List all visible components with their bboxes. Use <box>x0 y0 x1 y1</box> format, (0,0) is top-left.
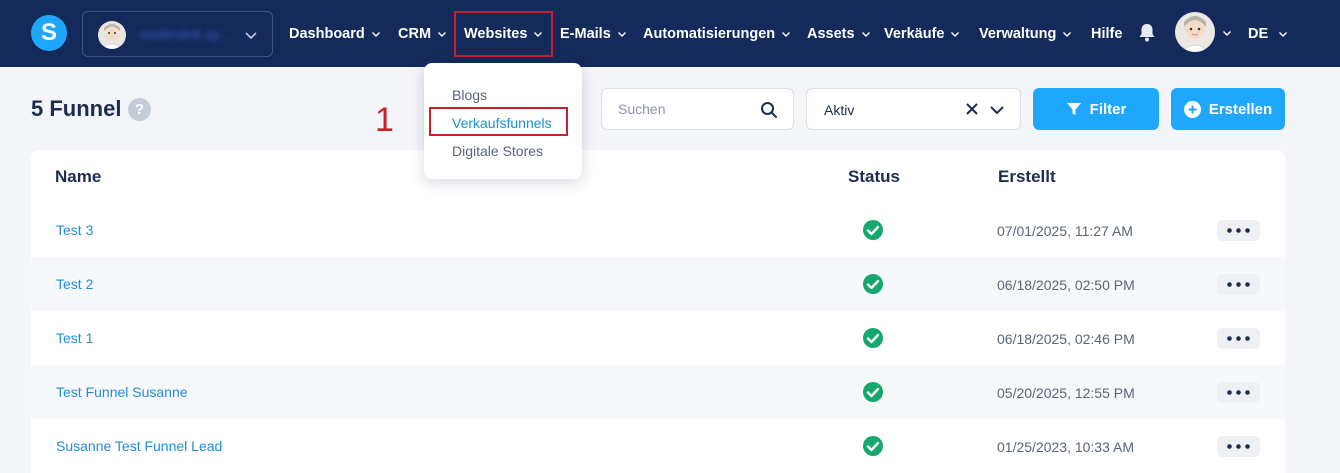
status-select[interactable]: Aktiv <box>806 88 1021 130</box>
column-header-name[interactable]: Name <box>55 167 101 187</box>
more-dots-icon <box>1227 444 1250 449</box>
created-date: 06/18/2025, 02:46 PM <box>997 331 1135 347</box>
column-header-created[interactable]: Erstellt <box>998 167 1056 187</box>
check-circle-icon <box>863 274 883 294</box>
nav-label: Verwaltung <box>979 25 1057 42</box>
check-circle-icon <box>863 328 883 348</box>
filter-icon <box>1066 103 1081 115</box>
more-actions-button[interactable] <box>1217 328 1260 349</box>
account-name: swdlinde6.sy... <box>139 26 230 42</box>
websites-highlight-box <box>454 11 553 57</box>
table-header: Name Status Erstellt <box>31 150 1285 202</box>
chevron-down-icon <box>245 32 257 40</box>
chevron-down-icon <box>1279 31 1288 37</box>
top-navigation-bar: S swdlinde6.sy... Dashboard CRM Websites… <box>0 0 1340 67</box>
language-label: DE <box>1248 25 1269 42</box>
nav-item-emails[interactable]: E-Mails <box>560 0 627 67</box>
nav-label: Hilfe <box>1091 25 1123 42</box>
nav-item-crm[interactable]: CRM <box>398 0 447 67</box>
more-dots-icon <box>1227 390 1250 395</box>
search-box <box>601 88 794 130</box>
created-date: 05/20/2025, 12:55 PM <box>997 385 1135 401</box>
nav-item-assets[interactable]: Assets <box>807 0 871 67</box>
chevron-down-icon <box>1063 31 1072 37</box>
more-dots-icon <box>1227 228 1250 233</box>
menu-item-blogs[interactable]: Blogs <box>452 87 487 103</box>
created-date: 07/01/2025, 11:27 AM <box>997 223 1133 239</box>
nav-item-hilfe[interactable]: Hilfe <box>1091 0 1122 67</box>
column-header-status[interactable]: Status <box>848 167 900 187</box>
funnel-name-link[interactable]: Test 3 <box>56 222 93 238</box>
funnel-name-link[interactable]: Test 1 <box>56 330 93 346</box>
table-row: Test 2 06/18/2025, 02:50 PM <box>31 257 1285 311</box>
search-input[interactable] <box>618 99 758 119</box>
more-actions-button[interactable] <box>1217 220 1260 241</box>
check-circle-icon <box>863 220 883 240</box>
close-icon[interactable] <box>965 102 979 116</box>
chevron-down-icon <box>861 31 870 37</box>
more-actions-button[interactable] <box>1217 274 1260 295</box>
funnel-name-link[interactable]: Test 2 <box>56 276 93 292</box>
chevron-down-icon <box>371 31 380 37</box>
nav-label: Assets <box>807 25 855 42</box>
help-icon[interactable]: ? <box>128 98 151 121</box>
nav-label: Dashboard <box>289 25 365 42</box>
chevron-down-icon <box>782 31 791 37</box>
page-title: 5 Funnel <box>31 96 122 121</box>
table-row: Test 1 06/18/2025, 02:46 PM <box>31 311 1285 365</box>
create-button-label: Erstellen <box>1208 100 1273 118</box>
funnel-table: Name Status Erstellt Test 3 07/01/2025, … <box>31 150 1285 473</box>
language-switcher[interactable]: DE <box>1248 0 1288 67</box>
chevron-down-icon <box>617 31 626 37</box>
filter-button[interactable]: Filter <box>1033 88 1159 130</box>
more-actions-button[interactable] <box>1217 382 1260 403</box>
table-row: Susanne Test Funnel Lead 01/25/2023, 10:… <box>31 419 1285 473</box>
account-switcher[interactable]: swdlinde6.sy... <box>82 11 273 57</box>
created-date: 06/18/2025, 02:50 PM <box>997 277 1135 293</box>
bell-icon[interactable] <box>1138 22 1156 42</box>
funnel-name-link[interactable]: Test Funnel Susanne <box>56 384 188 400</box>
more-dots-icon <box>1227 336 1250 341</box>
nav-label: CRM <box>398 25 432 42</box>
app-logo[interactable]: S <box>31 15 67 51</box>
table-row: Test 3 07/01/2025, 11:27 AM <box>31 203 1285 257</box>
nav-label: Verkäufe <box>884 25 945 42</box>
check-circle-icon <box>863 436 883 456</box>
nav-label: E-Mails <box>560 25 611 42</box>
nav-item-verwaltung[interactable]: Verwaltung <box>979 0 1072 67</box>
more-actions-button[interactable] <box>1217 436 1260 457</box>
created-date: 01/25/2023, 10:33 AM <box>997 439 1134 455</box>
step-annotation: 1 <box>375 101 394 139</box>
user-avatar[interactable] <box>1175 12 1215 52</box>
search-icon[interactable] <box>760 101 778 119</box>
chevron-down-icon <box>438 31 447 37</box>
websites-dropdown-menu: Blogs Verkaufsfunnels Digitale Stores <box>424 63 582 179</box>
chevron-down-icon[interactable] <box>989 103 1005 117</box>
status-select-value: Aktiv <box>824 102 855 118</box>
chevron-down-icon <box>951 31 960 37</box>
nav-label: Automatisierungen <box>643 25 776 42</box>
menu-item-digitale-stores[interactable]: Digitale Stores <box>452 143 543 159</box>
check-circle-icon <box>863 382 883 402</box>
filter-button-label: Filter <box>1089 100 1127 118</box>
funnel-name-link[interactable]: Susanne Test Funnel Lead <box>56 438 222 454</box>
nav-item-automatisierungen[interactable]: Automatisierungen <box>643 0 791 67</box>
nav-item-verkaeufe[interactable]: Verkäufe <box>884 0 960 67</box>
nav-item-dashboard[interactable]: Dashboard <box>289 0 381 67</box>
create-button[interactable]: Erstellen <box>1171 88 1285 130</box>
chevron-down-icon[interactable] <box>1222 28 1232 38</box>
verkaufsfunnels-highlight-box <box>429 107 568 136</box>
table-row: Test Funnel Susanne 05/20/2025, 12:55 PM <box>31 365 1285 419</box>
plus-circle-icon <box>1183 100 1201 118</box>
account-avatar <box>98 21 126 49</box>
more-dots-icon <box>1227 282 1250 287</box>
